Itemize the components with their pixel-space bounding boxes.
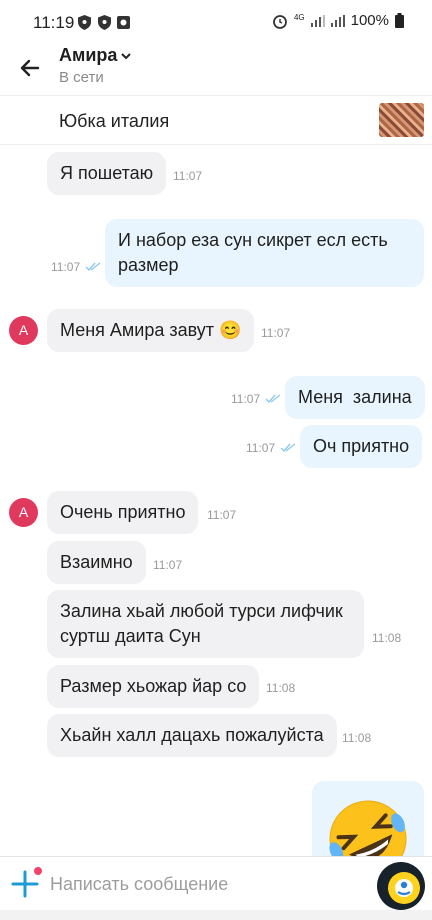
avatar[interactable]: А	[9, 316, 38, 345]
assistant-bubble-button[interactable]	[377, 862, 425, 910]
listing-thumbnail[interactable]	[379, 103, 424, 137]
read-check-icon	[265, 394, 281, 404]
app-notification-icon	[117, 16, 130, 29]
incoming-message[interactable]: Взаимно	[47, 541, 146, 584]
status-right: 4G 100%	[272, 12, 404, 29]
alarm-icon	[273, 14, 287, 29]
rolling-laughing-emoji-icon	[329, 800, 407, 861]
incoming-message[interactable]: Я пошетаю	[47, 152, 167, 195]
message-text: Я пошетаю	[60, 163, 154, 183]
message-time: 11:08	[266, 681, 296, 695]
read-check-icon	[85, 262, 101, 272]
read-check-icon	[280, 443, 296, 453]
incoming-message[interactable]: Меня Амира завут 😊	[47, 309, 255, 352]
presence-status: В сети	[59, 69, 104, 86]
message-time: 11:08	[342, 731, 372, 745]
message-time: 11:07	[231, 392, 261, 406]
message-time: 11:07	[51, 260, 81, 274]
message-time: 11:07	[173, 169, 203, 183]
network-type: 4G	[293, 12, 305, 22]
system-nav-bar	[0, 910, 432, 920]
assistant-avatar-icon	[388, 872, 420, 904]
message-time: 11:07	[153, 558, 183, 572]
message-text: Взаимно	[60, 552, 133, 572]
back-arrow-icon[interactable]	[18, 56, 42, 80]
message-input[interactable]	[50, 871, 365, 897]
message-time: 11:08	[372, 631, 402, 645]
pinned-listing[interactable]: Юбка италия	[0, 95, 432, 145]
composer-bar	[0, 856, 432, 910]
incoming-message[interactable]: Очень приятно	[47, 491, 199, 534]
battery-percent: 100%	[350, 12, 389, 29]
avatar[interactable]: А	[9, 498, 38, 527]
battery-icon	[395, 13, 404, 28]
chat-header: Амира В сети	[0, 44, 432, 94]
shield-icon	[78, 15, 91, 30]
outgoing-message[interactable]: Оч приятно	[300, 425, 423, 468]
message-time: 11:07	[246, 441, 276, 455]
status-bar: 11:19 4G 100%	[0, 0, 432, 44]
message-text: И набор еза сун сикрет есл есть размер	[118, 230, 388, 275]
listing-title: Юбка италия	[59, 111, 170, 131]
outgoing-message[interactable]: И набор еза сун сикрет есл есть размер	[105, 219, 424, 287]
signal-icon	[330, 14, 345, 27]
message-text: Меня залина	[298, 387, 412, 407]
chevron-down-icon[interactable]	[121, 51, 131, 61]
message-text: Оч приятно	[313, 436, 410, 456]
outgoing-message[interactable]: Меня залина	[285, 376, 425, 419]
incoming-message[interactable]: Хьайн халл дацахь пожалуйста	[47, 714, 337, 757]
shield-icon	[98, 15, 111, 30]
message-text: Размер хьожар йар со	[60, 676, 247, 696]
message-text: Очень приятно	[60, 502, 186, 522]
message-time: 11:07	[207, 508, 237, 522]
notification-dot	[34, 867, 42, 875]
incoming-message[interactable]: Залина хьай любой турси лифчик суртш даи…	[47, 590, 364, 658]
contact-name[interactable]: Амира	[59, 45, 117, 66]
incoming-message[interactable]: Размер хьожар йар со	[47, 665, 260, 708]
message-text: Хьайн халл дацахь пожалуйста	[60, 725, 324, 745]
message-text: Меня Амира завут 😊	[60, 320, 242, 340]
message-text: Залина хьай любой турси лифчик суртш даи…	[60, 601, 343, 646]
message-time: 11:07	[261, 326, 291, 340]
status-time: 11:19	[33, 13, 75, 32]
outgoing-emoji-message[interactable]	[312, 781, 424, 861]
signal-icon	[310, 14, 325, 27]
